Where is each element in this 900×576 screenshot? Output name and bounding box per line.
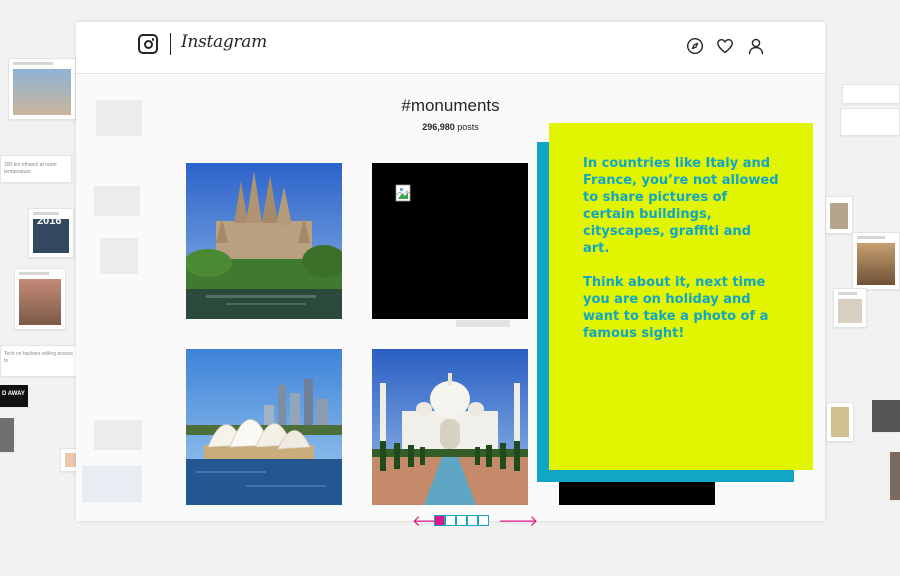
faded-placeholder <box>94 420 142 450</box>
bg-post-card <box>852 232 900 290</box>
bg-post-card <box>8 58 76 120</box>
sydney-opera-house-photo[interactable] <box>186 349 342 505</box>
pager-dot[interactable] <box>456 515 467 526</box>
faded-placeholder <box>82 466 142 502</box>
top-bar: Instagram <box>76 22 825 74</box>
instagram-logo-icon[interactable] <box>138 34 158 54</box>
next-arrow-icon[interactable]: 🡒 <box>498 512 538 530</box>
bg-post-card <box>14 268 66 330</box>
logo-divider <box>170 33 171 55</box>
slide-pager: 🡐 🡒 <box>412 512 538 530</box>
bg-post-card <box>890 452 900 500</box>
info-card: In countries like Italy and France, you’… <box>549 123 813 470</box>
pager-dot[interactable] <box>478 515 489 526</box>
taj-mahal-photo[interactable] <box>372 349 528 505</box>
post-caption-placeholder <box>456 320 510 327</box>
bg-video-card <box>0 418 14 452</box>
instagram-wordmark[interactable]: Instagram <box>181 32 267 52</box>
info-card-paragraph: In countries like Italy and France, you’… <box>583 156 779 256</box>
sagrada-familia-photo[interactable] <box>186 163 342 319</box>
bg-post-card <box>833 288 867 328</box>
heart-icon[interactable] <box>716 37 734 55</box>
bg-tweet-card <box>842 84 900 104</box>
hashtag-title: #monuments <box>401 96 500 115</box>
faded-placeholder <box>94 186 140 216</box>
bg-video-card <box>872 400 900 432</box>
post-count-value: 296,980 <box>422 122 455 132</box>
profile-icon[interactable] <box>747 37 765 55</box>
bg-post-card <box>826 402 854 442</box>
bg-post-card <box>840 108 900 136</box>
info-card-paragraph: Think about it, next time you are on hol… <box>583 275 769 341</box>
faded-placeholder <box>100 238 138 274</box>
pager-dot[interactable] <box>445 515 456 526</box>
bg-tweet-card: 200 km ethanol at room temperature <box>0 155 72 183</box>
pager-dot[interactable] <box>467 515 478 526</box>
bg-poster-card: D AWAY <box>0 385 28 407</box>
post-count-suffix: posts <box>457 122 479 132</box>
compass-icon[interactable] <box>686 37 704 55</box>
bg-post-card <box>825 196 853 234</box>
broken-image-icon <box>395 184 411 202</box>
pager-dot[interactable] <box>434 515 445 526</box>
broken-image-post[interactable] <box>372 163 528 319</box>
faded-placeholder <box>96 100 142 136</box>
bg-news-card: Tech on hackers selling access to <box>0 345 78 377</box>
bg-post-card: 2016 <box>28 208 74 258</box>
